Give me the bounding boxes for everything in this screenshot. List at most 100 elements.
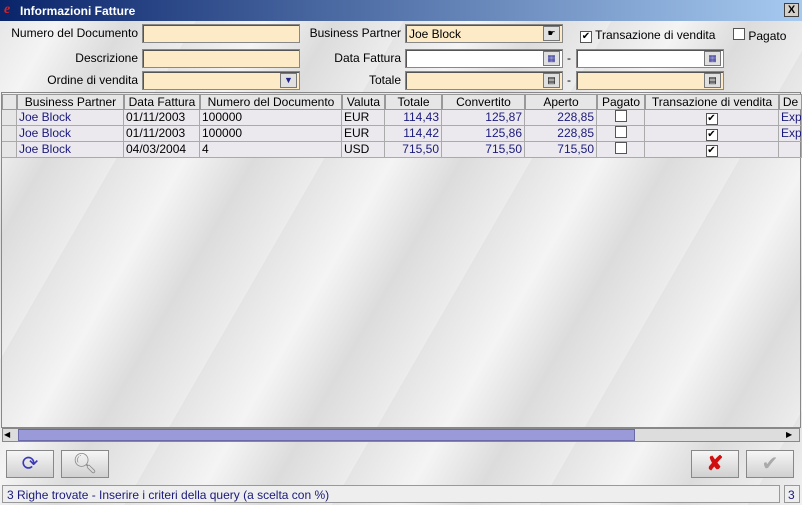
calendar-icon[interactable]: ▦ bbox=[704, 51, 721, 66]
total-cell: 715,50 bbox=[385, 142, 442, 158]
converted-cell: 715,50 bbox=[442, 142, 525, 158]
open-cell: 228,85 bbox=[525, 110, 597, 126]
bp-cell: Joe Block bbox=[17, 126, 124, 142]
sales-cell: ✔ bbox=[645, 142, 779, 158]
row-header-corner bbox=[2, 94, 17, 110]
row-count: 3 bbox=[784, 485, 800, 503]
checkbox-unchecked-icon bbox=[614, 110, 627, 122]
cancel-button[interactable]: ✘ bbox=[691, 450, 739, 478]
column-header[interactable]: Convertito bbox=[442, 94, 525, 110]
ok-button[interactable]: ✔ bbox=[746, 450, 794, 478]
currency-cell: EUR bbox=[342, 126, 385, 142]
column-header[interactable]: Valuta bbox=[342, 94, 385, 110]
invoice-date-to-input[interactable]: ▦ bbox=[576, 49, 724, 68]
document-number-label: Numero del Documento bbox=[11, 26, 138, 40]
total-cell: 114,43 bbox=[385, 110, 442, 126]
document-number-input[interactable] bbox=[142, 24, 300, 43]
checkbox-checked-icon: ✔ bbox=[705, 129, 718, 141]
sales-order-select[interactable]: ▼ bbox=[142, 71, 300, 90]
converted-cell: 125,87 bbox=[442, 110, 525, 126]
paid-cell bbox=[597, 142, 645, 158]
row-selector[interactable] bbox=[2, 126, 17, 142]
sales-cell: ✔ bbox=[645, 110, 779, 126]
magnifier-icon: 🔍︎ bbox=[72, 453, 98, 475]
x-icon: ✘ bbox=[706, 453, 724, 475]
sales-cell: ✔ bbox=[645, 126, 779, 142]
window-title: Informazioni Fatture bbox=[20, 4, 136, 18]
sales-transaction-label: Transazione di vendita bbox=[595, 28, 716, 42]
paid-cell bbox=[597, 110, 645, 126]
description-label: Descrizione bbox=[75, 51, 138, 65]
open-cell: 715,50 bbox=[525, 142, 597, 158]
checkbox-unchecked-icon bbox=[614, 142, 627, 154]
doc-cell: 100000 bbox=[200, 110, 342, 126]
refresh-icon: ⟳ bbox=[21, 453, 39, 475]
zoom-button[interactable]: 🔍︎ bbox=[61, 450, 109, 478]
desc-cell bbox=[779, 142, 802, 158]
calendar-icon[interactable]: ▦ bbox=[543, 51, 560, 66]
column-header[interactable]: De bbox=[779, 94, 802, 110]
scroll-left-icon[interactable]: ◀ bbox=[4, 429, 16, 441]
column-header[interactable]: Totale bbox=[385, 94, 442, 110]
checkbox-checked-icon: ✔ bbox=[580, 31, 592, 43]
business-partner-value: Joe Block bbox=[409, 27, 462, 41]
results-table: Business Partner Data Fattura Numero del D… bbox=[1, 92, 802, 428]
business-partner-label: Business Partner bbox=[309, 26, 401, 40]
bp-cell: Joe Block bbox=[17, 110, 124, 126]
column-header[interactable]: Business Partner bbox=[17, 94, 124, 110]
business-partner-input[interactable]: Joe Block ☛ bbox=[405, 24, 563, 43]
total-cell: 114,42 bbox=[385, 126, 442, 142]
date-range-separator: - bbox=[567, 51, 571, 65]
doc-cell: 100000 bbox=[200, 126, 342, 142]
currency-cell: EUR bbox=[342, 110, 385, 126]
calculator-icon[interactable]: ▤ bbox=[543, 73, 560, 88]
scroll-thumb[interactable] bbox=[18, 429, 635, 441]
table-row[interactable]: Joe Block 01/11/2003 100000 EUR 114,43 125,87… bbox=[2, 110, 802, 126]
open-cell: 228,85 bbox=[525, 126, 597, 142]
checkbox-checked-icon: ✔ bbox=[705, 145, 718, 157]
refresh-button[interactable]: ⟳ bbox=[6, 450, 54, 478]
calculator-icon[interactable]: ▤ bbox=[704, 73, 721, 88]
row-selector[interactable] bbox=[2, 142, 17, 158]
row-selector[interactable] bbox=[2, 110, 17, 126]
doc-cell: 4 bbox=[200, 142, 342, 158]
date-cell: 01/11/2003 bbox=[124, 126, 200, 142]
paid-cell bbox=[597, 126, 645, 142]
chevron-down-icon[interactable]: ▼ bbox=[280, 73, 297, 88]
checkbox-unchecked-icon bbox=[614, 126, 627, 138]
partner-lookup-icon[interactable]: ☛ bbox=[543, 26, 560, 41]
close-button[interactable]: X bbox=[784, 3, 799, 17]
description-input[interactable] bbox=[142, 49, 300, 68]
column-header[interactable]: Aperto bbox=[525, 94, 597, 110]
currency-cell: USD bbox=[342, 142, 385, 158]
paid-label: Pagato bbox=[748, 29, 787, 43]
invoice-date-label: Data Fattura bbox=[334, 51, 401, 65]
horizontal-scrollbar[interactable]: ◀ ▶ bbox=[2, 428, 800, 442]
checkbox-checked-icon: ✔ bbox=[705, 113, 718, 125]
title-bar: Informazioni Fatture bbox=[0, 0, 802, 21]
total-from-input[interactable]: ▤ bbox=[405, 71, 563, 90]
sales-order-label: Ordine di vendita bbox=[47, 73, 138, 87]
column-header[interactable]: Numero del Documento bbox=[200, 94, 342, 110]
scroll-right-icon[interactable]: ▶ bbox=[786, 429, 798, 441]
column-header[interactable]: Data Fattura bbox=[124, 94, 200, 110]
sales-transaction-checkbox[interactable]: ✔ Transazione di vendita bbox=[580, 28, 715, 43]
total-range-separator: - bbox=[567, 73, 571, 87]
invoice-date-from-input[interactable]: ▦ bbox=[405, 49, 563, 68]
desc-cell: Exp bbox=[779, 110, 802, 126]
status-bar: 3 Righe trovate - Inserire i criteri del… bbox=[2, 485, 780, 503]
date-cell: 01/11/2003 bbox=[124, 110, 200, 126]
date-cell: 04/03/2004 bbox=[124, 142, 200, 158]
total-to-input[interactable]: ▤ bbox=[576, 71, 724, 90]
checkmark-icon: ✔ bbox=[761, 453, 779, 475]
paid-checkbox[interactable]: Pagato bbox=[733, 28, 786, 43]
bp-cell: Joe Block bbox=[17, 142, 124, 158]
table-row[interactable]: Joe Block 04/03/2004 4 USD 715,50 715,50 715,5… bbox=[2, 142, 802, 158]
converted-cell: 125,86 bbox=[442, 126, 525, 142]
checkbox-unchecked-icon bbox=[733, 28, 745, 40]
total-label: Totale bbox=[368, 73, 401, 87]
desc-cell: Exp bbox=[779, 126, 802, 142]
table-row[interactable]: Joe Block 01/11/2003 100000 EUR 114,42 125,86… bbox=[2, 126, 802, 142]
column-header[interactable]: Pagato bbox=[597, 94, 645, 110]
column-header[interactable]: Transazione di vendita bbox=[645, 94, 779, 110]
